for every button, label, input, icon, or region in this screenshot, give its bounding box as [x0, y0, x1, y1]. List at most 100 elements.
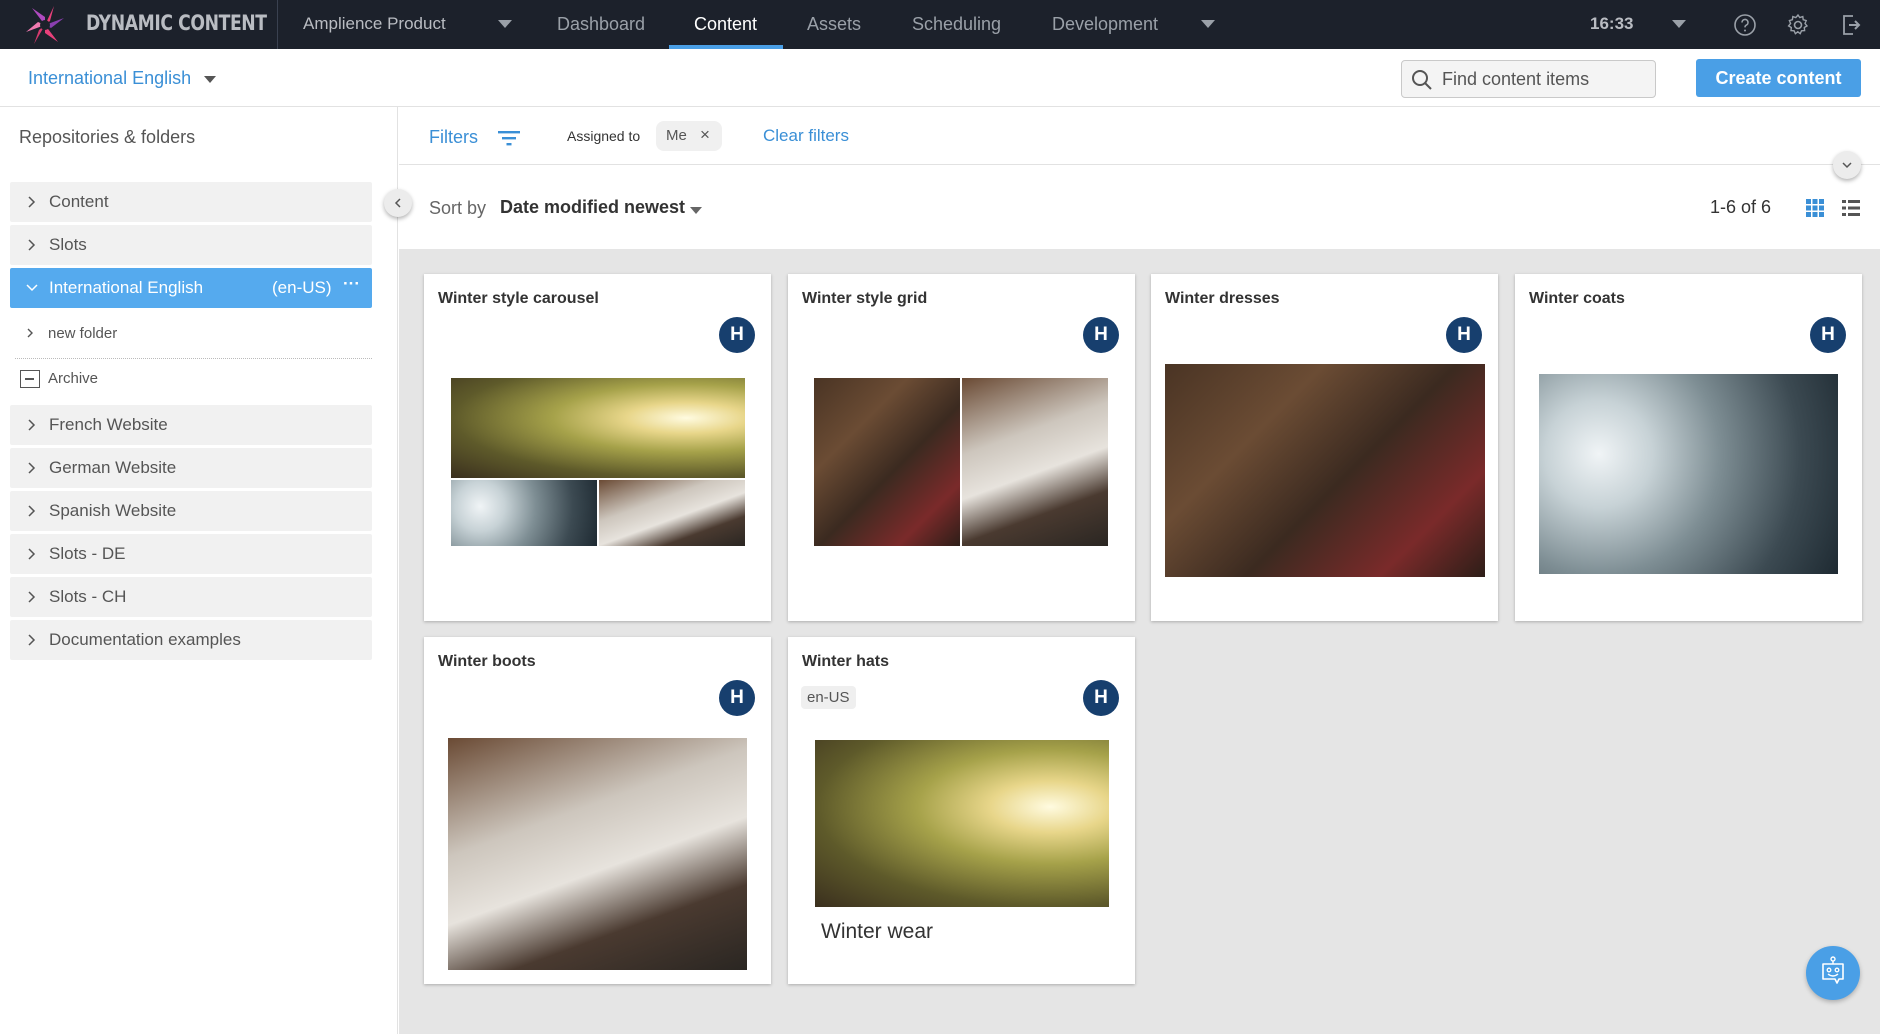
assignee-avatar: H	[1083, 317, 1119, 353]
sidebar-item-label: German Website	[49, 458, 177, 477]
more-options-icon[interactable]: ···	[343, 274, 360, 294]
sidebar-item-label: new folder	[48, 325, 118, 342]
chevron-right-icon[interactable]	[24, 194, 40, 210]
card-thumbnail	[448, 738, 747, 970]
sidebar-item-new-folder[interactable]: new folder	[10, 316, 372, 352]
chevron-right-icon[interactable]	[24, 546, 40, 562]
sidebar-item-german-website[interactable]: German Website	[10, 448, 372, 488]
sidebar-item-slots[interactable]: Slots	[10, 225, 372, 265]
sort-label: Sort by	[429, 198, 487, 218]
content-card[interactable]: Winter hats en-US H Winter wear	[788, 637, 1135, 984]
content-card[interactable]: Winter dresses H	[1151, 274, 1498, 621]
more-tabs-caret-icon[interactable]	[1201, 20, 1215, 28]
chip-label: Me	[666, 127, 687, 144]
content-card[interactable]: Winter coats H	[1515, 274, 1862, 621]
chevron-right-icon[interactable]	[24, 417, 40, 433]
collapse-sidebar-button[interactable]	[384, 189, 412, 217]
tab-content[interactable]: Content	[694, 14, 757, 35]
chevron-down-icon[interactable]	[24, 280, 40, 296]
clear-filters-link[interactable]: Clear filters	[763, 126, 849, 146]
sidebar-item-label: Slots - CH	[49, 587, 127, 606]
assignee-avatar: H	[719, 317, 755, 353]
tab-assets[interactable]: Assets	[807, 14, 861, 35]
sidebar-item-slots-de[interactable]: Slots - DE	[10, 534, 372, 574]
card-title: Winter style carousel	[438, 290, 599, 307]
time-dropdown-caret-icon[interactable]	[1672, 20, 1686, 28]
sidebar-item-label: International English	[49, 278, 204, 297]
filters-button[interactable]: Filters	[429, 127, 478, 148]
assigned-filter-chip[interactable]: Me ×	[656, 121, 722, 151]
sidebar-item-documentation-examples[interactable]: Documentation examples	[10, 620, 372, 660]
card-title: Winter dresses	[1165, 290, 1280, 307]
locale-dropdown-caret-icon[interactable]	[204, 76, 216, 83]
card-title: Winter style grid	[802, 290, 928, 307]
sidebar-item-label: Documentation examples	[49, 630, 241, 649]
locale-selector[interactable]: International English	[28, 68, 191, 89]
card-title: Winter hats	[802, 653, 889, 670]
grid-view-icon[interactable]	[1805, 198, 1825, 218]
chevron-right-icon[interactable]	[24, 632, 40, 648]
top-navigation-bar: DYNAMIC CONTENT Amplience Product Dashbo…	[0, 0, 1880, 49]
expand-filters-button[interactable]	[1833, 151, 1861, 179]
filter-bar: Filters Assigned to Me × Clear filters	[399, 107, 1880, 165]
tab-scheduling[interactable]: Scheduling	[912, 14, 1001, 35]
locale-badge: en-US	[801, 686, 856, 709]
assignee-avatar: H	[719, 680, 755, 716]
sidebar-item-french-website[interactable]: French Website	[10, 405, 372, 445]
grid-thumbnail-dress	[814, 378, 960, 546]
card-caption: Winter wear	[821, 920, 934, 943]
carousel-main-thumbnail	[451, 378, 745, 478]
chevron-down-icon	[1842, 162, 1852, 169]
sidebar-item-international-english[interactable]: International English (en-US) ···	[10, 268, 372, 308]
assignee-avatar: H	[1446, 317, 1482, 353]
remove-filter-icon[interactable]: ×	[700, 125, 710, 145]
chatbot-icon	[1822, 956, 1844, 984]
sidebar-item-archive[interactable]: Archive	[48, 370, 98, 387]
sidebar-item-label: French Website	[49, 415, 168, 434]
content-card[interactable]: Winter style carousel H	[424, 274, 771, 621]
carousel-thumbnail-coat	[451, 480, 597, 546]
sidebar-item-spanish-website[interactable]: Spanish Website	[10, 491, 372, 531]
tab-dashboard[interactable]: Dashboard	[557, 14, 645, 35]
results-count: 1-6 of 6	[1710, 197, 1772, 217]
settings-icon[interactable]	[1785, 12, 1811, 38]
sort-bar: Sort by Date modified newest 1-6 of 6	[399, 166, 1880, 249]
archive-icon	[20, 370, 40, 388]
search-icon	[1412, 70, 1432, 90]
dynamic-content-logo-icon[interactable]	[24, 4, 66, 46]
sidebar-item-label: Slots	[49, 235, 87, 254]
chevron-right-icon[interactable]	[24, 503, 40, 519]
sort-selector[interactable]: Date modified newest	[500, 197, 685, 218]
repository-locale: (en-US)	[272, 278, 332, 297]
chevron-right-icon[interactable]	[24, 237, 40, 253]
grid-thumbnail-boot	[962, 378, 1108, 546]
hub-dropdown-caret-icon[interactable]	[498, 20, 512, 28]
create-content-button[interactable]: Create content	[1696, 59, 1861, 97]
repositories-sidebar: Repositories & folders Content Slots Int…	[0, 107, 398, 1034]
sort-dropdown-caret-icon[interactable]	[690, 207, 702, 214]
sidebar-item-slots-ch[interactable]: Slots - CH	[10, 577, 372, 617]
search-input[interactable]	[1442, 61, 1652, 97]
help-icon[interactable]	[1732, 12, 1758, 38]
card-title: Winter coats	[1529, 290, 1625, 307]
assignee-avatar: H	[1083, 680, 1119, 716]
content-card[interactable]: Winter style grid H	[788, 274, 1135, 621]
chevron-right-icon[interactable]	[24, 460, 40, 476]
hub-selector[interactable]: Amplience Product	[303, 14, 446, 34]
chatbot-button[interactable]	[1806, 946, 1860, 1000]
card-thumbnail	[815, 740, 1109, 907]
chevron-right-icon[interactable]	[24, 326, 38, 340]
list-view-icon[interactable]	[1841, 198, 1861, 218]
filter-icon[interactable]	[497, 129, 521, 147]
chevron-right-icon[interactable]	[24, 589, 40, 605]
locale-search-bar: International English Create content	[0, 49, 1880, 107]
sidebar-title: Repositories & folders	[19, 127, 196, 147]
sidebar-item-content[interactable]: Content	[10, 182, 372, 222]
brand-name: DYNAMIC CONTENT	[86, 11, 267, 35]
logout-icon[interactable]	[1838, 12, 1864, 38]
assignee-avatar: H	[1810, 317, 1846, 353]
card-thumbnail	[1165, 364, 1485, 577]
tab-development[interactable]: Development	[1052, 14, 1158, 35]
content-card[interactable]: Winter boots H	[424, 637, 771, 984]
search-box[interactable]	[1401, 60, 1656, 98]
